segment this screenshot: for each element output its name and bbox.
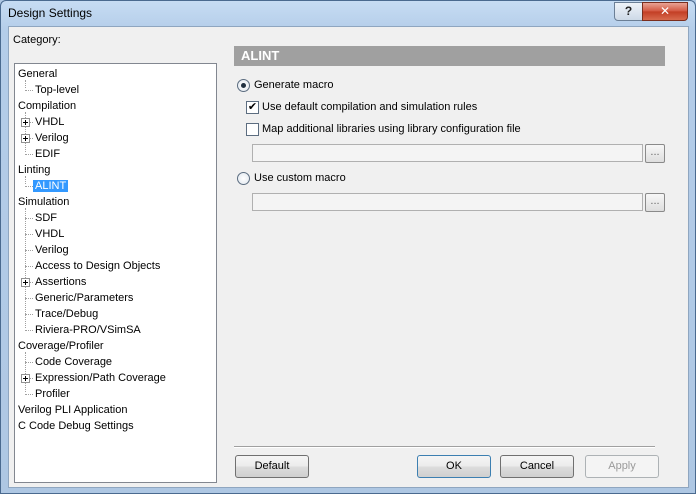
use-default-rules-label[interactable]: Use default compilation and simulation r… xyxy=(262,101,477,113)
tree-connector xyxy=(25,352,26,392)
tree-connector xyxy=(25,298,33,299)
tree-item[interactable]: Linting xyxy=(16,162,52,178)
tree-connector xyxy=(25,330,33,331)
library-config-browse-button[interactable]: ... xyxy=(645,144,665,163)
tree-item-label: Simulation xyxy=(18,196,70,208)
tree-item-label: SDF xyxy=(35,212,57,224)
default-button[interactable]: Default xyxy=(235,455,309,478)
apply-button[interactable]: Apply xyxy=(585,455,659,478)
expand-plus-icon[interactable] xyxy=(21,374,30,383)
tree-item-label: Verilog PLI Application xyxy=(18,404,128,416)
tree-connector xyxy=(25,208,26,328)
tree-item[interactable]: C Code Debug Settings xyxy=(16,418,136,434)
tree-item[interactable]: Simulation xyxy=(16,194,71,210)
tree-item-label: Trace/Debug xyxy=(35,308,99,320)
section-header: ALINT xyxy=(234,46,665,66)
tree-item-label: EDIF xyxy=(35,148,61,160)
use-custom-macro-label[interactable]: Use custom macro xyxy=(254,172,346,184)
custom-macro-field[interactable] xyxy=(252,193,643,211)
tree-item-label: VHDL xyxy=(35,228,65,240)
tree-item[interactable]: Verilog xyxy=(33,242,71,258)
tree-connector xyxy=(25,218,33,219)
window-title: Design Settings xyxy=(8,6,93,20)
tree-connector xyxy=(25,314,33,315)
tree-item-label: General xyxy=(18,68,58,80)
expand-plus-icon[interactable] xyxy=(21,134,30,143)
expand-plus-icon[interactable] xyxy=(21,278,30,287)
ok-button[interactable]: OK xyxy=(417,455,491,478)
tree-item[interactable]: ALINT xyxy=(33,178,69,194)
tree-item-label: Linting xyxy=(18,164,51,176)
tree-item[interactable]: Verilog xyxy=(33,130,71,146)
design-settings-window: Design Settings ? ✕ Category: General Top… xyxy=(0,0,696,494)
tree-item[interactable]: EDIF xyxy=(33,146,62,162)
tree-item-label: Top-level xyxy=(35,84,80,96)
close-button[interactable]: ✕ xyxy=(642,2,688,21)
cancel-button[interactable]: Cancel xyxy=(500,455,574,478)
tree-connector xyxy=(25,90,33,91)
tree-item[interactable]: Code Coverage xyxy=(33,354,114,370)
tree-item-label: Compilation xyxy=(18,100,77,112)
tree-connector xyxy=(25,362,33,363)
tree-item[interactable]: Profiler xyxy=(33,386,72,402)
tree-item[interactable]: Compilation xyxy=(16,98,78,114)
tree-connector xyxy=(25,266,33,267)
tree-item-label: Profiler xyxy=(35,388,70,400)
tree-item[interactable]: Access to Design Objects xyxy=(33,258,162,274)
tree-item-label: Expression/Path Coverage xyxy=(35,372,166,384)
tree-item-label: Generic/Parameters xyxy=(35,292,134,304)
tree-item-label: ALINT xyxy=(33,180,69,192)
map-libraries-label[interactable]: Map additional libraries using library c… xyxy=(262,123,521,135)
tree-connector xyxy=(25,234,33,235)
map-libraries-checkbox[interactable] xyxy=(246,123,259,136)
dialog-client-area: Category: General Top-level Compilation VHD… xyxy=(8,26,689,488)
use-custom-macro-radio[interactable] xyxy=(237,172,250,185)
title-bar[interactable]: Design Settings ? ✕ xyxy=(1,1,695,26)
tree-item-label: Verilog xyxy=(35,132,69,144)
tree-connector xyxy=(25,154,33,155)
tree-item-label: Code Coverage xyxy=(35,356,113,368)
tree-item-label: C Code Debug Settings xyxy=(18,420,134,432)
custom-macro-browse-button[interactable]: ... xyxy=(645,193,665,212)
tree-item[interactable]: Trace/Debug xyxy=(33,306,100,322)
generate-macro-label[interactable]: Generate macro xyxy=(254,79,333,91)
help-button[interactable]: ? xyxy=(614,2,643,21)
category-label: Category: xyxy=(13,34,61,46)
tree-item[interactable]: VHDL xyxy=(33,114,66,130)
tree-item[interactable]: General xyxy=(16,66,59,82)
tree-item[interactable]: Top-level xyxy=(33,82,81,98)
generate-macro-radio[interactable] xyxy=(237,79,250,92)
tree-item[interactable]: Generic/Parameters xyxy=(33,290,135,306)
tree-item[interactable]: Riviera-PRO/VSimSA xyxy=(33,322,143,338)
tree-connector xyxy=(25,250,33,251)
category-tree[interactable]: General Top-level Compilation VHDL Verilog ED… xyxy=(14,63,217,483)
tree-item-label: VHDL xyxy=(35,116,65,128)
library-config-file-field[interactable] xyxy=(252,144,643,162)
tree-item[interactable]: Verilog PLI Application xyxy=(16,402,129,418)
tree-item-label: Riviera-PRO/VSimSA xyxy=(35,324,141,336)
tree-item[interactable]: VHDL xyxy=(33,226,66,242)
tree-item-label: Coverage/Profiler xyxy=(18,340,104,352)
tree-item-label: Access to Design Objects xyxy=(35,260,161,272)
tree-connector xyxy=(25,394,33,395)
button-separator xyxy=(234,446,655,448)
use-default-rules-checkbox[interactable]: ✔ xyxy=(246,101,259,114)
tree-item-label: Assertions xyxy=(35,276,87,288)
tree-connector xyxy=(25,186,33,187)
expand-plus-icon[interactable] xyxy=(21,118,30,127)
tree-item[interactable]: SDF xyxy=(33,210,59,226)
tree-item[interactable]: Assertions xyxy=(33,274,88,290)
tree-item-label: Verilog xyxy=(35,244,69,256)
tree-item[interactable]: Expression/Path Coverage xyxy=(33,370,168,386)
tree-item[interactable]: Coverage/Profiler xyxy=(16,338,106,354)
